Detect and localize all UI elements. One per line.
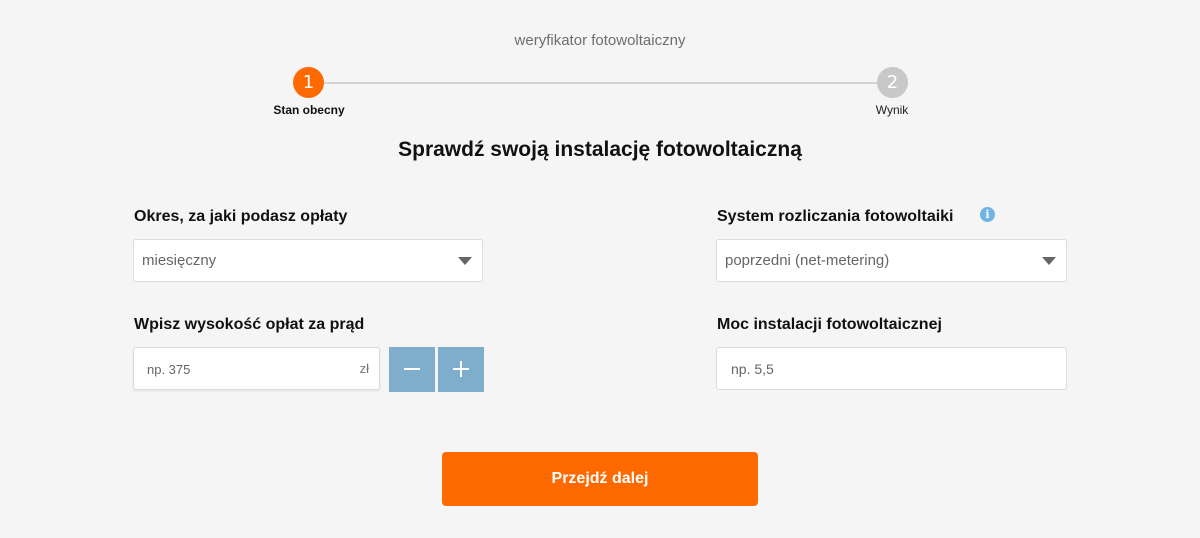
power-placeholder: np. 5,5 (731, 361, 774, 377)
page-title: Sprawdź swoją instalację fotowoltaiczną (398, 138, 802, 161)
info-icon[interactable]: i (980, 207, 995, 222)
fee-placeholder: np. 375 (147, 362, 191, 377)
fee-input[interactable]: np. 375 zł (133, 347, 380, 390)
stepper-line (308, 82, 892, 84)
step-2-indicator: 2 (877, 67, 908, 98)
system-select[interactable]: poprzedni (net-metering) (716, 239, 1067, 282)
minus-icon (404, 368, 420, 370)
app-title: weryfikator fotowoltaiczny (514, 32, 686, 49)
period-select-value: miesięczny (142, 252, 217, 269)
power-label: Moc instalacji fotowoltaicznej (717, 316, 942, 333)
increment-button[interactable] (438, 347, 484, 392)
step-1-label: Stan obecny (273, 103, 345, 117)
system-label: System rozliczania fotowoltaiki (717, 208, 954, 225)
period-select[interactable]: miesięczny (133, 239, 483, 282)
decrement-button[interactable] (389, 347, 435, 392)
power-input[interactable]: np. 5,5 (716, 347, 1067, 390)
period-label: Okres, za jaki podasz opłaty (134, 208, 348, 225)
next-button[interactable]: Przejdź dalej (442, 452, 758, 506)
chevron-down-icon (1042, 257, 1056, 265)
system-select-value: poprzedni (net-metering) (725, 252, 890, 269)
chevron-down-icon (458, 257, 472, 265)
fee-label: Wpisz wysokość opłat za prąd (134, 316, 365, 333)
currency-unit: zł (359, 361, 369, 376)
step-1-indicator: 1 (293, 67, 324, 98)
step-2-label: Wynik (875, 103, 909, 117)
